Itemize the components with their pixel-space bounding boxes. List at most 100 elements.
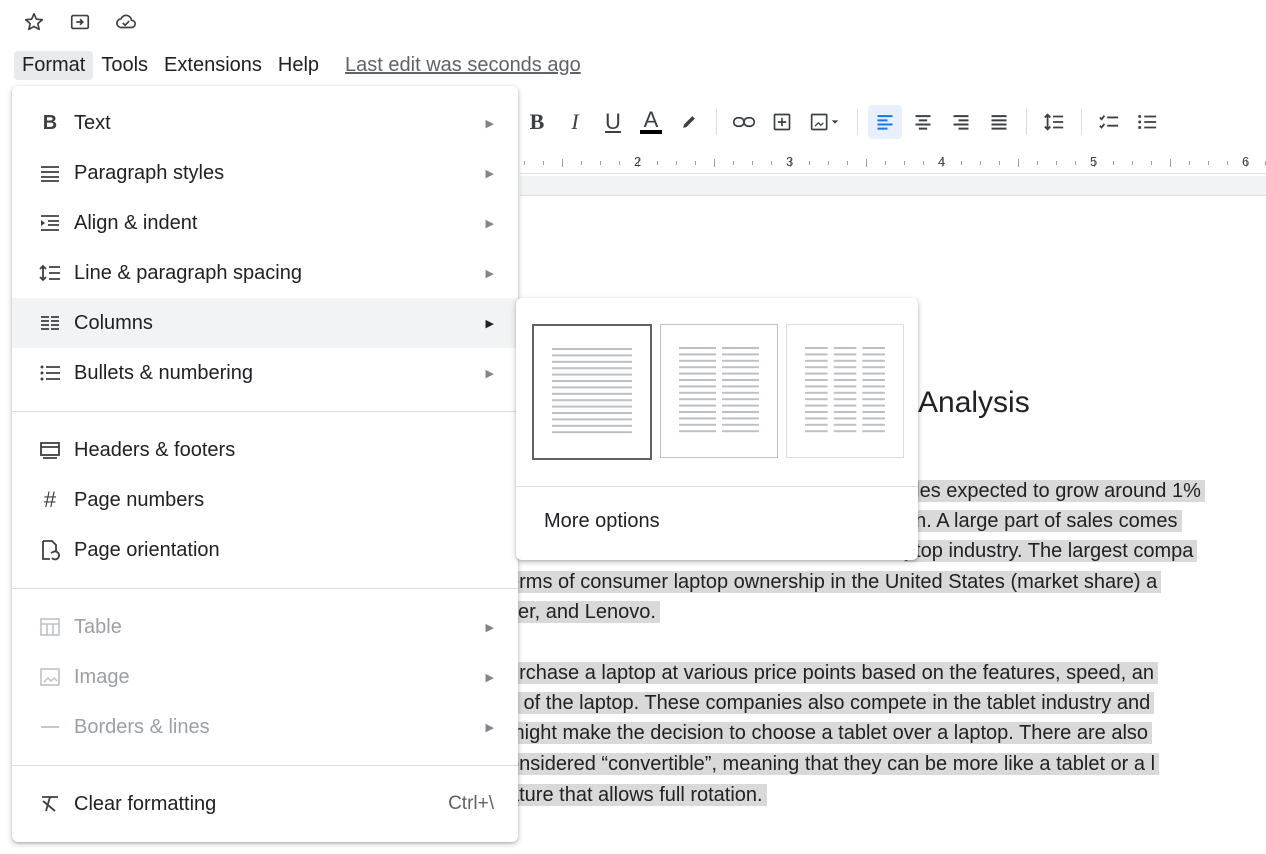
page-orientation-icon — [36, 536, 64, 564]
highlight-icon[interactable] — [672, 105, 706, 139]
justify-icon[interactable] — [982, 105, 1016, 139]
bulleted-list-icon — [36, 359, 64, 387]
borders-lines-icon — [36, 713, 64, 741]
format-menu-table: Table ▶ — [12, 602, 518, 652]
format-menu-headers-footers[interactable]: Headers & footers — [12, 425, 518, 475]
move-to-folder-icon[interactable] — [68, 10, 92, 34]
document-line-text: cer, and Lenovo. — [508, 601, 660, 623]
ruler-tick — [771, 161, 772, 165]
format-menu-page-orientation-label: Page orientation — [74, 538, 220, 561]
menu-extensions[interactable]: Extensions — [156, 51, 270, 80]
format-menu-paragraph-styles[interactable]: Paragraph styles ▶ — [12, 148, 518, 198]
ruler-number: 5 — [1090, 154, 1098, 169]
insert-image-icon[interactable] — [803, 105, 847, 139]
column-preview-line — [722, 372, 759, 375]
one-column-option[interactable] — [532, 324, 652, 460]
three-column-option[interactable] — [786, 324, 904, 458]
align-right-icon[interactable] — [944, 105, 978, 139]
document-line[interactable]: s of the laptop. These companies also co… — [508, 688, 1262, 718]
line-spacing-icon[interactable] — [1037, 105, 1071, 139]
last-edit-link[interactable]: Last edit was seconds ago — [345, 54, 581, 77]
menu-format[interactable]: Format — [14, 50, 94, 80]
ruler-tick — [1208, 161, 1209, 165]
column-preview-line — [722, 404, 759, 407]
ruler-tick — [980, 161, 981, 165]
column-preview-line — [862, 398, 885, 401]
document-line[interactable]: ptop industry. The largest compa — [904, 536, 1198, 566]
ruler-tick — [809, 161, 810, 165]
cloud-saved-icon[interactable] — [114, 10, 138, 34]
column-preview-line — [833, 391, 857, 394]
column-preview-line — [722, 359, 759, 362]
submenu-arrow-icon: ▶ — [485, 217, 494, 230]
document-line[interactable]: ature that allows full rotation. — [508, 780, 767, 810]
document-line-text: might make the decision to choose a tabl… — [508, 722, 1153, 744]
menu-help[interactable]: Help — [270, 51, 327, 80]
horizontal-ruler[interactable]: 2 3 4 5 6 — [520, 152, 1266, 174]
format-menu-text-label: Text — [74, 111, 111, 134]
ruler-tick — [904, 161, 905, 165]
format-menu-align-indent[interactable]: Align & indent ▶ — [12, 198, 518, 248]
format-menu-bullets-numbering[interactable]: Bullets & numbering ▶ — [12, 348, 518, 398]
document-line[interactable]: erms of consumer laptop ownership in the… — [508, 567, 1262, 597]
ruler-tick — [1170, 159, 1171, 167]
bold-button[interactable]: B — [520, 105, 554, 139]
column-preview-line — [552, 386, 632, 389]
document-line-text: ptop industry. The largest compa — [904, 540, 1198, 562]
format-menu-page-numbers[interactable]: # Page numbers — [12, 475, 518, 525]
document-line[interactable]: onsidered “convertible”, meaning that th… — [508, 749, 1262, 779]
format-menu-text[interactable]: B Text ▶ — [12, 98, 518, 148]
ruler-tick — [1018, 159, 1019, 167]
column-preview-line — [862, 417, 885, 420]
column-preview-line — [805, 366, 828, 369]
format-menu-image-label: Image — [74, 665, 130, 688]
bulleted-list-icon[interactable] — [1130, 105, 1164, 139]
format-menu-line-spacing[interactable]: Line & paragraph spacing ▶ — [12, 248, 518, 298]
more-options-item[interactable]: More options — [544, 510, 660, 533]
ruler-tick — [733, 161, 734, 165]
column-preview-line — [552, 348, 632, 350]
column-preview-line — [862, 366, 885, 369]
document-line[interactable]: might make the decision to choose a tabl… — [508, 718, 1262, 748]
format-menu-page-orientation[interactable]: Page orientation — [12, 525, 518, 575]
column-preview-line — [862, 411, 885, 413]
column-preview-line — [833, 404, 857, 407]
column-preview-line — [833, 385, 857, 388]
table-icon — [36, 613, 64, 641]
document-line-text: urchase a laptop at various price points… — [508, 662, 1158, 684]
two-column-option[interactable] — [660, 324, 778, 458]
column-preview-line — [862, 347, 885, 349]
column-preview-line — [833, 359, 857, 362]
column-preview-line — [805, 353, 828, 356]
submenu-arrow-icon: ▶ — [485, 317, 494, 330]
column-preview-line — [679, 391, 716, 394]
link-icon[interactable] — [727, 105, 761, 139]
column-preview-line — [833, 411, 857, 413]
italic-button[interactable]: I — [558, 105, 592, 139]
document-line[interactable]: cer, and Lenovo. — [508, 597, 660, 627]
column-preview-line — [679, 385, 716, 388]
format-menu-columns[interactable]: Columns ▶ — [12, 298, 518, 348]
column-preview-line — [805, 391, 828, 394]
document-line[interactable]: urchase a laptop at various price points… — [508, 658, 1262, 688]
document-line[interactable]: ales expected to grow around 1% — [904, 476, 1205, 506]
underline-button[interactable]: U — [596, 105, 630, 139]
menu-tools[interactable]: Tools — [93, 51, 156, 80]
menu-divider — [12, 765, 518, 766]
column-preview-line — [805, 379, 828, 381]
document-line[interactable]: on. A large part of sales comes — [904, 506, 1182, 536]
align-center-icon[interactable] — [906, 105, 940, 139]
star-icon[interactable] — [22, 10, 46, 34]
add-comment-icon[interactable] — [765, 105, 799, 139]
format-menu-clear-formatting[interactable]: Clear formatting Ctrl+\ — [12, 779, 518, 829]
ruler-number: 6 — [1242, 154, 1250, 169]
ruler-tick — [1189, 161, 1190, 165]
column-preview-line — [552, 360, 632, 363]
align-left-icon[interactable] — [868, 105, 902, 139]
column-preview-line — [722, 423, 759, 426]
text-color-button[interactable]: A — [634, 105, 668, 139]
text-color-bar — [640, 130, 662, 134]
ruler-tick — [695, 161, 696, 165]
ruler-tick — [676, 161, 677, 165]
checklist-icon[interactable] — [1092, 105, 1126, 139]
